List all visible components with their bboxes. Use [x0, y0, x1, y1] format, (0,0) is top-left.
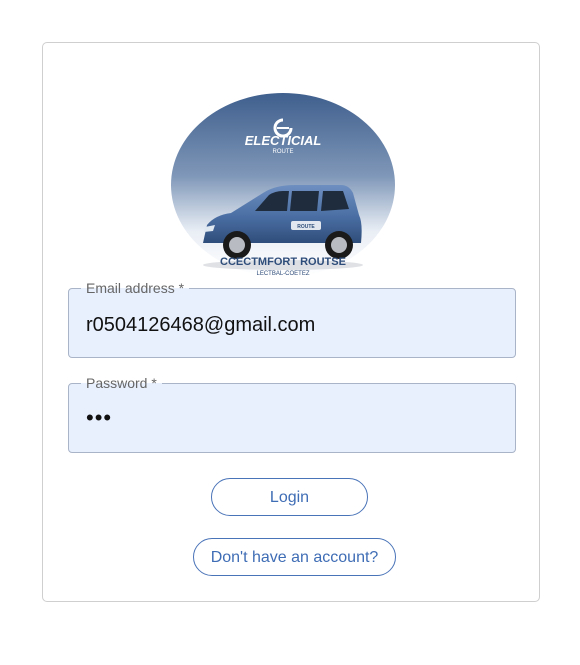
signup-link-button[interactable]: Don't have an account?	[193, 538, 396, 576]
password-value[interactable]: •••	[86, 406, 112, 430]
email-field[interactable]: Email address * r0504126468@gmail.com	[68, 279, 516, 358]
brand-logo: ELECTICIAL ROUTE ROUTE CCECTMFORT ROUTSE…	[171, 93, 395, 279]
login-button[interactable]: Login	[211, 478, 368, 516]
car-badge-text: ROUTE	[297, 224, 315, 230]
email-label: Email address *	[81, 279, 190, 297]
logo-brand-bottom: CCECTMFORT ROUTSE	[220, 256, 346, 268]
email-value[interactable]: r0504126468@gmail.com	[86, 313, 315, 337]
logo-brand-top: ELECTICIAL	[245, 133, 322, 148]
password-label: Password *	[81, 374, 162, 392]
logo-brand-tag: LECTBAL-COETEZ	[256, 271, 309, 277]
login-card: ELECTICIAL ROUTE ROUTE CCECTMFORT ROUTSE…	[42, 42, 540, 602]
logo-brand-sub: ROUTE	[273, 149, 294, 155]
password-field[interactable]: Password * •••	[68, 374, 516, 453]
